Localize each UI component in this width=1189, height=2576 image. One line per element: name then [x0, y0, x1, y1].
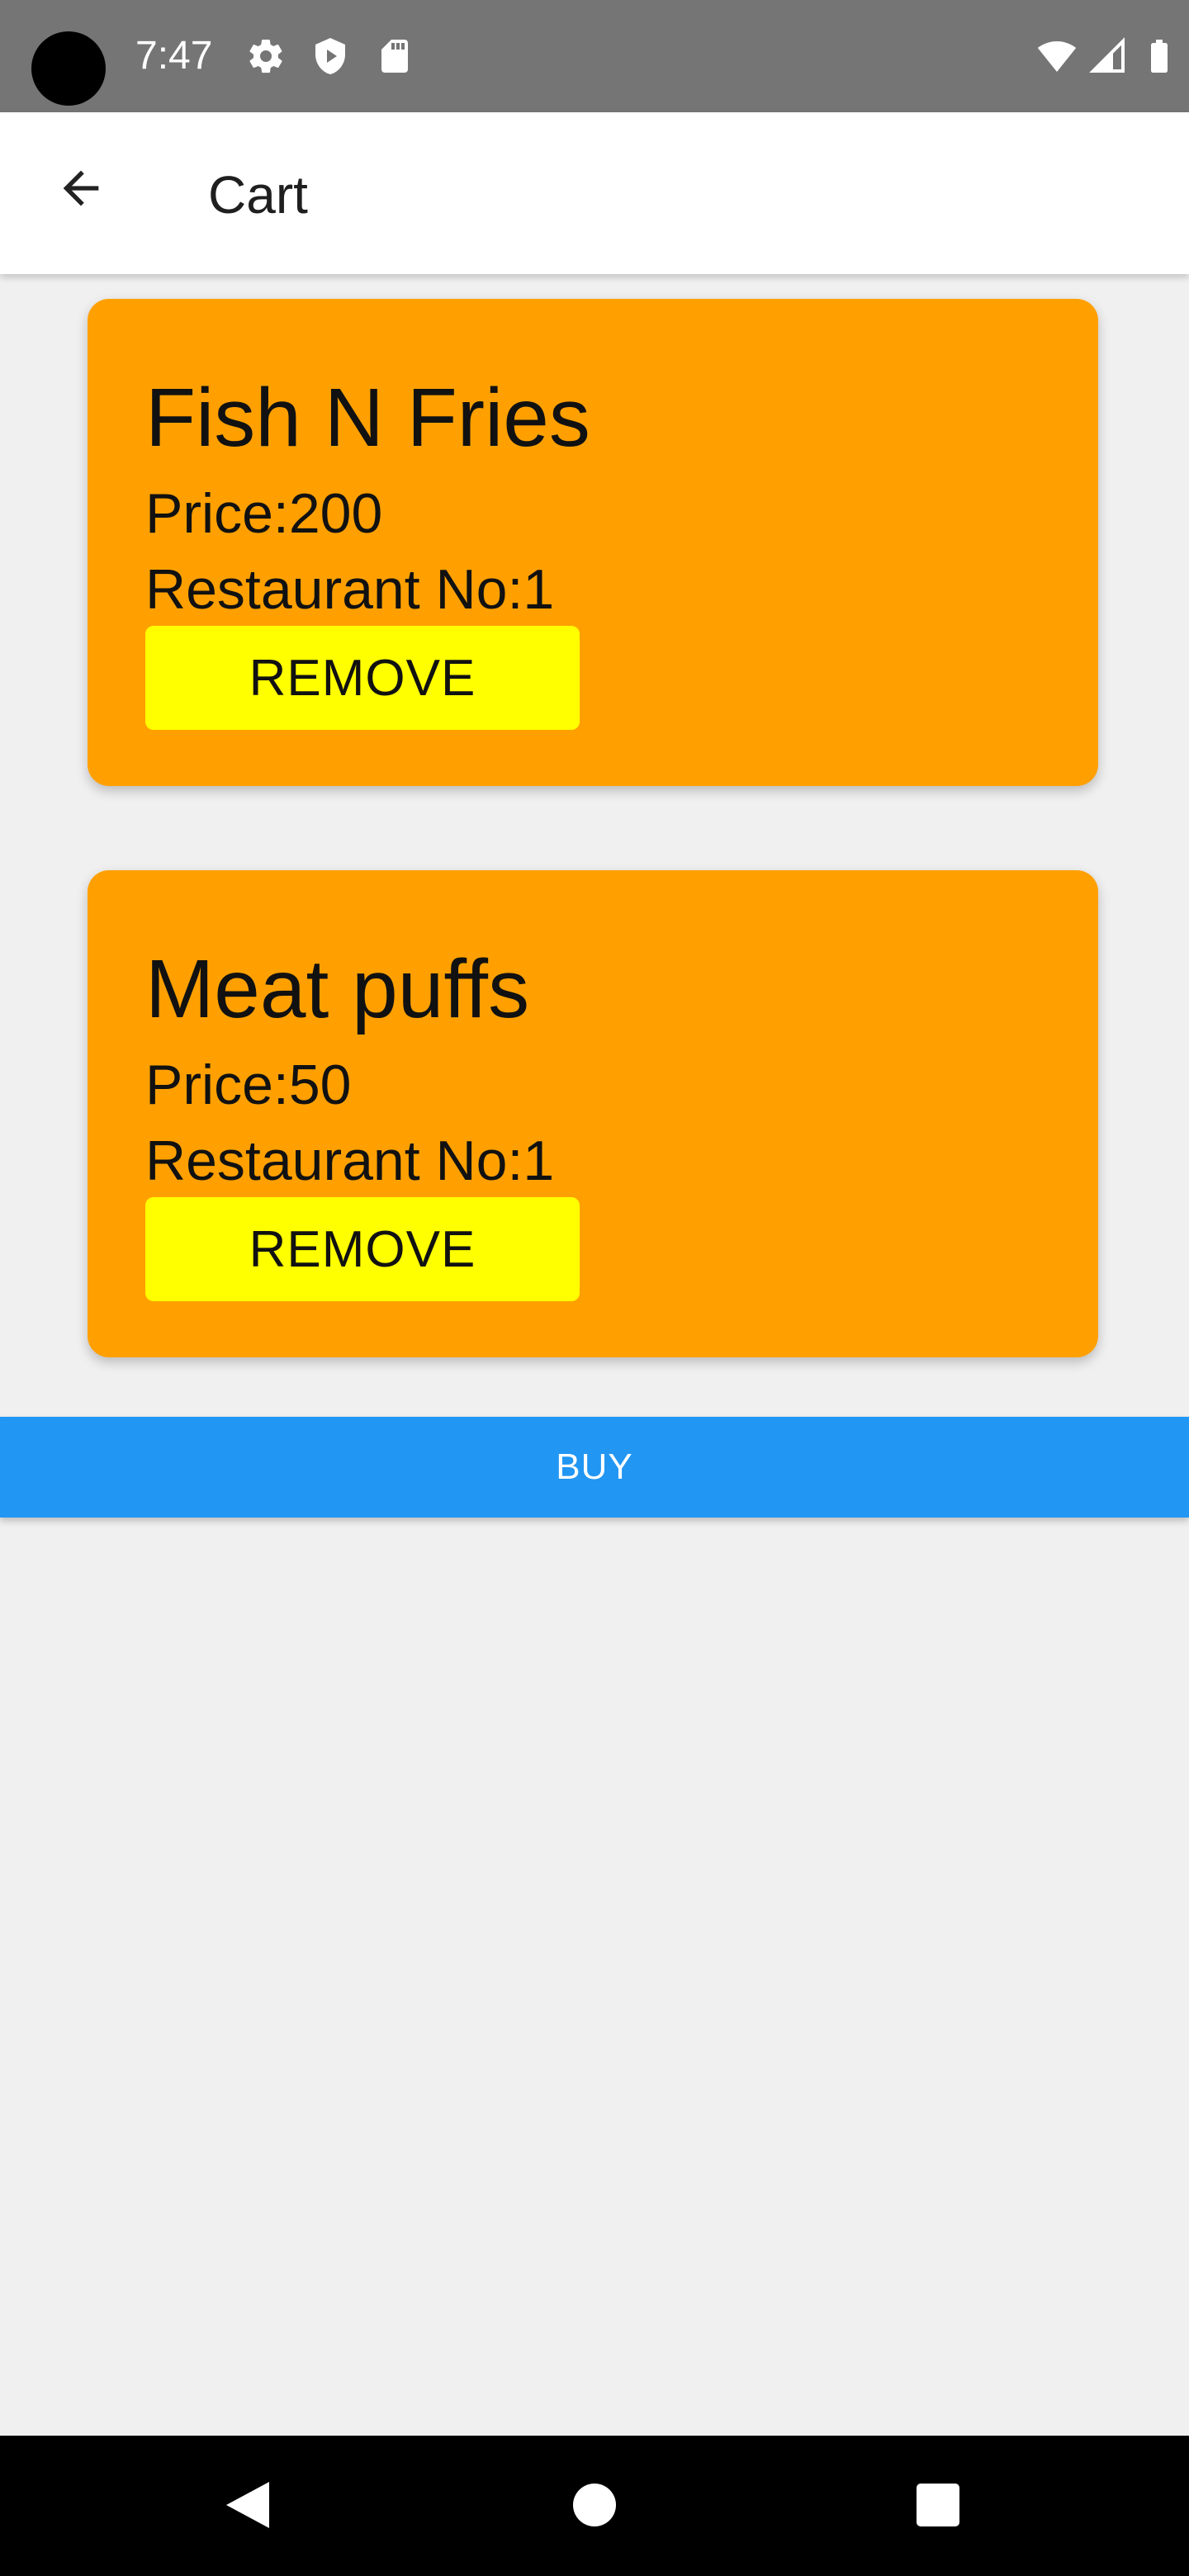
wifi-icon: [1037, 36, 1077, 76]
arrow-back-icon: [54, 162, 107, 215]
item-restaurant: Restaurant No:1: [145, 1129, 555, 1192]
back-button[interactable]: [40, 147, 122, 230]
app-bar: [0, 112, 1189, 274]
nav-recents-button[interactable]: [892, 2459, 984, 2551]
nav-home-button[interactable]: [548, 2459, 641, 2551]
remove-button[interactable]: REMOVE: [145, 1197, 580, 1301]
status-bar: 7:47: [0, 0, 1189, 112]
shield-play-icon: [310, 36, 350, 76]
camera-cutout: [31, 31, 106, 106]
item-name: Meat puffs: [145, 943, 530, 1035]
navigation-bar: [0, 2436, 1189, 2576]
home-circle-icon: [571, 2482, 618, 2528]
item-restaurant: Restaurant No:1: [145, 558, 555, 621]
signal-icon: [1088, 36, 1128, 76]
recents-square-icon: [915, 2482, 961, 2528]
cart-item-card: Meat puffs Price:50 Restaurant No:1 REMO…: [88, 870, 1098, 1357]
sd-card-icon: [375, 36, 414, 76]
item-name: Fish N Fries: [145, 372, 590, 464]
remove-button[interactable]: REMOVE: [145, 626, 580, 730]
status-time: 7:47: [135, 34, 213, 78]
item-price: Price:50: [145, 1054, 352, 1116]
cart-item-card: Fish N Fries Price:200 Restaurant No:1 R…: [88, 299, 1098, 786]
nav-back-button[interactable]: [201, 2459, 294, 2551]
buy-button[interactable]: BUY: [0, 1417, 1189, 1518]
item-price: Price:200: [145, 482, 383, 545]
settings-icon: [246, 36, 286, 76]
page-title: Cart: [208, 165, 308, 225]
battery-icon: [1139, 36, 1179, 76]
back-triangle-icon: [223, 2479, 272, 2531]
